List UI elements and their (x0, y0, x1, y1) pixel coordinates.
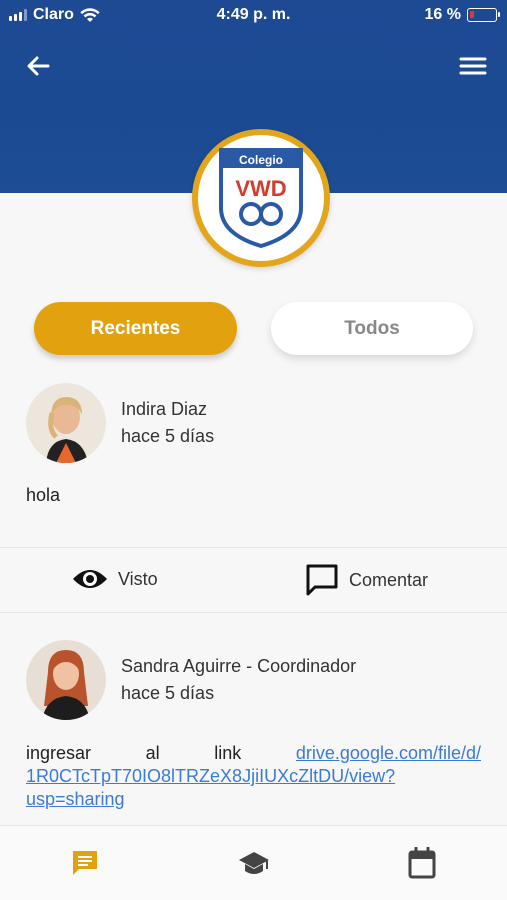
author-name: Indira Diaz (121, 399, 208, 419)
post-meta: Indira Diaz hace 5 días (121, 396, 214, 450)
seen-label: Visto (118, 568, 158, 589)
status-right: 16 % (424, 6, 500, 24)
drive-link-cont[interactable]: 1R0CTcTpT70IO8lTRZeX8JjiIUXcZltDU/view? (26, 766, 395, 786)
bottom-nav (0, 825, 507, 900)
drive-link[interactable]: drive.google.com/file/d/ (296, 742, 481, 765)
avatar[interactable] (26, 383, 106, 463)
message-icon (73, 851, 97, 875)
post-header: Indira Diaz hace 5 días (26, 383, 214, 463)
battery-icon (467, 8, 500, 22)
school-crest: Colegio VWD (219, 148, 303, 249)
status-bar: Claro 4:49 p. m. 16 % (0, 0, 507, 32)
divider (0, 612, 507, 613)
seen-button[interactable]: Visto (72, 562, 158, 596)
post-body: ingresar al link drive.google.com/file/d… (26, 742, 481, 811)
post-time: hace 5 días (121, 426, 215, 446)
divider (0, 547, 507, 548)
nav-messages[interactable] (68, 846, 102, 880)
comment-button[interactable]: Comentar (305, 562, 428, 598)
arrow-left-icon (27, 56, 50, 76)
post-header: Sandra Aguirre - Coordinador hace 5 días (26, 640, 356, 720)
post-text-word: link (214, 743, 242, 763)
post-body: hola (26, 485, 61, 505)
eye-icon (73, 570, 107, 588)
tab-todos[interactable]: Todos (271, 302, 473, 355)
post-text-word: al (145, 743, 160, 763)
author-name: Sandra Aguirre - Coordinador (121, 656, 357, 676)
drive-link-cont[interactable]: usp=sharing (26, 789, 125, 809)
school-logo: Colegio VWD (192, 129, 330, 267)
post-meta: Sandra Aguirre - Coordinador hace 5 días (121, 653, 356, 707)
post-time: hace 5 días (121, 683, 215, 703)
comment-icon (306, 564, 338, 596)
back-button[interactable] (22, 50, 54, 82)
menu-button[interactable] (457, 50, 489, 82)
hamburger-menu-icon (459, 57, 487, 75)
post-body-line: ingresar al link drive.google.com/file/d… (26, 742, 481, 765)
post-text-word: ingresar (26, 743, 92, 763)
logo-initials: VWD (235, 176, 286, 201)
tab-recientes[interactable]: Recientes (34, 302, 237, 355)
nav-courses[interactable] (237, 846, 271, 880)
avatar[interactable] (26, 640, 106, 720)
battery-percent: 16 % (424, 6, 461, 23)
nav-calendar[interactable] (405, 846, 439, 880)
calendar-icon (408, 847, 436, 879)
comment-label: Comentar (349, 569, 429, 590)
logo-top-text: Colegio (239, 153, 283, 167)
graduation-cap-icon (239, 852, 269, 874)
